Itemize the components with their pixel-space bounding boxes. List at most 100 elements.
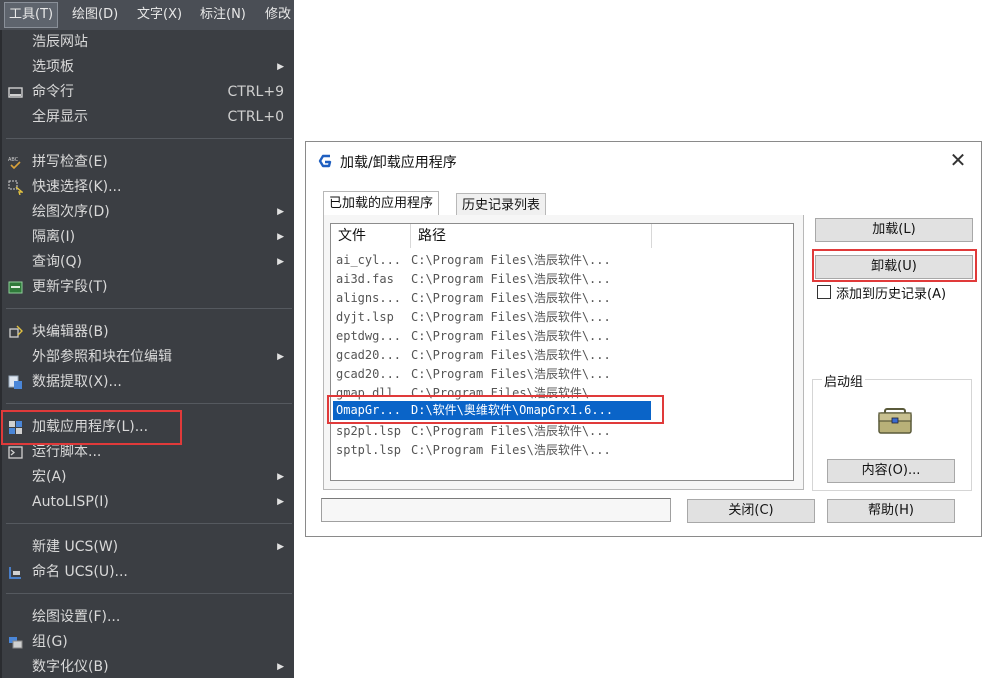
list-item-file: aligns... (336, 291, 402, 305)
add-to-history-checkbox[interactable] (817, 285, 831, 299)
list-item[interactable]: sp2pl.lsp C:\Program Files\浩辰软件\... (331, 422, 671, 441)
list-item-path: C:\Program Files\浩辰软件\... (411, 310, 611, 324)
submenu-arrow-icon: ▶ (277, 207, 284, 217)
named-ucs-icon (9, 567, 21, 579)
menu-item-drafting-settings[interactable]: 绘图设置(F)... (2, 605, 294, 630)
menu-item-label: 隔离(I) (32, 229, 76, 245)
menu-item-label: 命令行 (32, 84, 74, 100)
briefcase-icon[interactable] (872, 397, 918, 443)
list-item-file: sptpl.lsp (336, 443, 402, 457)
menu-dimension[interactable]: 标注(N) (196, 0, 250, 30)
menu-item-label: 数据提取(X)... (32, 374, 122, 390)
menu-item-label: 拼写检查(E) (32, 154, 108, 170)
run-script-icon (8, 446, 23, 459)
submenu-arrow-icon: ▶ (277, 232, 284, 242)
menu-item-shortcut: CTRL+0 (227, 109, 285, 125)
menu-item-label: 更新字段(T) (32, 279, 108, 295)
list-item-path: C:\Program Files\浩辰软件\... (411, 367, 611, 381)
startup-suite-label: 启动组 (822, 371, 866, 390)
submenu-arrow-icon: ▶ (277, 497, 284, 507)
menu-item-label: 外部参照和块在位编辑 (32, 349, 172, 365)
menu-separator (6, 403, 292, 404)
quick-select-icon (8, 180, 23, 195)
dialog-title: 加载/卸载应用程序 (340, 155, 457, 171)
menu-item-new-ucs[interactable]: 新建 UCS(W) ▶ (2, 535, 294, 560)
load-button[interactable]: 加载(L) (815, 218, 973, 242)
menu-item-quick-select[interactable]: 快速选择(K)... (2, 175, 294, 200)
list-item-file: ai_cyl... (336, 253, 402, 267)
load-unload-applications-dialog: 加载/卸载应用程序 ✕ 已加载的应用程序 历史记录列表 文件 路径 ai_cyl… (305, 141, 982, 537)
submenu-arrow-icon: ▶ (277, 352, 284, 362)
tools-menu: 浩辰网站 选项板 ▶ 命令行 CTRL+9 全屏显示 CTRL+0 ABC 拼写… (0, 30, 294, 678)
tab-loaded-applications[interactable]: 已加载的应用程序 (323, 191, 440, 216)
list-item[interactable]: aligns... C:\Program Files\浩辰软件\... (331, 289, 671, 308)
list-item[interactable]: dyjt.lsp C:\Program Files\浩辰软件\... (331, 308, 671, 327)
loaded-applications-list[interactable]: 文件 路径 ai_cyl... C:\Program Files\浩辰软件\...… (330, 223, 794, 481)
help-button[interactable]: 帮助(H) (827, 499, 955, 523)
svg-text:ABC: ABC (8, 157, 19, 163)
list-item-file: eptdwg... (336, 329, 402, 343)
menu-item-label: 选项板 (32, 59, 74, 75)
column-header-file[interactable]: 文件 (331, 224, 411, 248)
list-item-file: ai3d.fas (336, 272, 394, 286)
menu-item-label: 块编辑器(B) (32, 324, 109, 340)
menu-item-label: 命名 UCS(U)... (32, 564, 128, 580)
menu-text[interactable]: 文字(X) (133, 0, 186, 30)
menu-item-named-ucs[interactable]: 命名 UCS(U)... (2, 560, 294, 585)
list-item[interactable]: gcad20... C:\Program Files\浩辰软件\... (331, 346, 671, 365)
menu-separator (6, 138, 292, 139)
list-item-path: C:\Program Files\浩辰软件\... (411, 443, 611, 457)
list-item[interactable]: gcad20... C:\Program Files\浩辰软件\... (331, 365, 671, 384)
app-logo-icon (318, 154, 332, 168)
menu-item-data-extraction[interactable]: 数据提取(X)... (2, 370, 294, 395)
menu-item-block-editor[interactable]: 块编辑器(B) (2, 320, 294, 345)
menu-item-label: 绘图次序(D) (32, 204, 110, 220)
submenu-arrow-icon: ▶ (277, 62, 284, 72)
menu-item-group[interactable]: 组(G) (2, 630, 294, 655)
command-line-icon (8, 87, 23, 98)
menu-item-label: 组(G) (32, 634, 68, 650)
list-item-file: gcad20... (336, 367, 402, 381)
list-item[interactable]: ai3d.fas C:\Program Files\浩辰软件\... (331, 270, 671, 289)
menu-draw[interactable]: 绘图(D) (68, 0, 122, 30)
list-item-path: C:\Program Files\浩辰软件\... (411, 424, 611, 438)
menu-separator (6, 308, 292, 309)
submenu-arrow-icon: ▶ (277, 472, 284, 482)
list-item-file: gcad20... (336, 348, 402, 362)
menu-item-inquiry[interactable]: 查询(Q) ▶ (2, 250, 294, 275)
menu-item-palettes[interactable]: 选项板 ▶ (2, 55, 294, 80)
menu-item-macro[interactable]: 宏(A) ▶ (2, 465, 294, 490)
list-item[interactable]: eptdwg... C:\Program Files\浩辰软件\... (331, 327, 671, 346)
list-item-path: C:\Program Files\浩辰软件\... (411, 291, 611, 305)
menu-item-gstarsoft-website[interactable]: 浩辰网站 (2, 30, 294, 55)
menu-item-label: 快速选择(K)... (32, 179, 122, 195)
contents-button[interactable]: 内容(O)... (827, 459, 955, 483)
menu-item-update-fields[interactable]: 更新字段(T) (2, 275, 294, 300)
close-icon[interactable]: ✕ (947, 149, 969, 171)
list-item-path: C:\Program Files\浩辰软件\... (411, 329, 611, 343)
column-header-path[interactable]: 路径 (411, 224, 652, 248)
tab-history-list[interactable]: 历史记录列表 (456, 193, 547, 216)
submenu-arrow-icon: ▶ (277, 542, 284, 552)
menu-item-isolate[interactable]: 隔离(I) ▶ (2, 225, 294, 250)
menu-tools[interactable]: 工具(T) (4, 2, 59, 28)
menu-item-xref-inplace-edit[interactable]: 外部参照和块在位编辑 ▶ (2, 345, 294, 370)
menu-item-fullscreen[interactable]: 全屏显示 CTRL+0 (2, 105, 294, 130)
menu-item-spell-check[interactable]: ABC 拼写检查(E) (2, 150, 294, 175)
list-item-path: C:\Program Files\浩辰软件\... (411, 348, 611, 362)
update-field-icon (8, 281, 23, 294)
menu-item-autolisp[interactable]: AutoLISP(I) ▶ (2, 490, 294, 515)
list-item[interactable]: sptpl.lsp C:\Program Files\浩辰软件\... (331, 441, 671, 460)
menu-separator (6, 593, 292, 594)
menu-item-draw-order[interactable]: 绘图次序(D) ▶ (2, 200, 294, 225)
menu-item-digitizer[interactable]: 数字化仪(B) ▶ (2, 655, 294, 680)
close-button[interactable]: 关闭(C) (687, 499, 815, 523)
menu-item-command-line[interactable]: 命令行 CTRL+9 (2, 80, 294, 105)
list-item[interactable]: ai_cyl... C:\Program Files\浩辰软件\... (331, 251, 671, 270)
add-to-history-label: 添加到历史记录(A) (836, 287, 947, 302)
menu-item-label: 查询(Q) (32, 254, 82, 270)
menu-item-label: 全屏显示 (32, 109, 88, 125)
menu-item-label: 绘图设置(F)... (32, 609, 121, 625)
menu-modify[interactable]: 修改 (261, 0, 295, 30)
list-item-path: C:\Program Files\浩辰软件\... (411, 253, 611, 267)
